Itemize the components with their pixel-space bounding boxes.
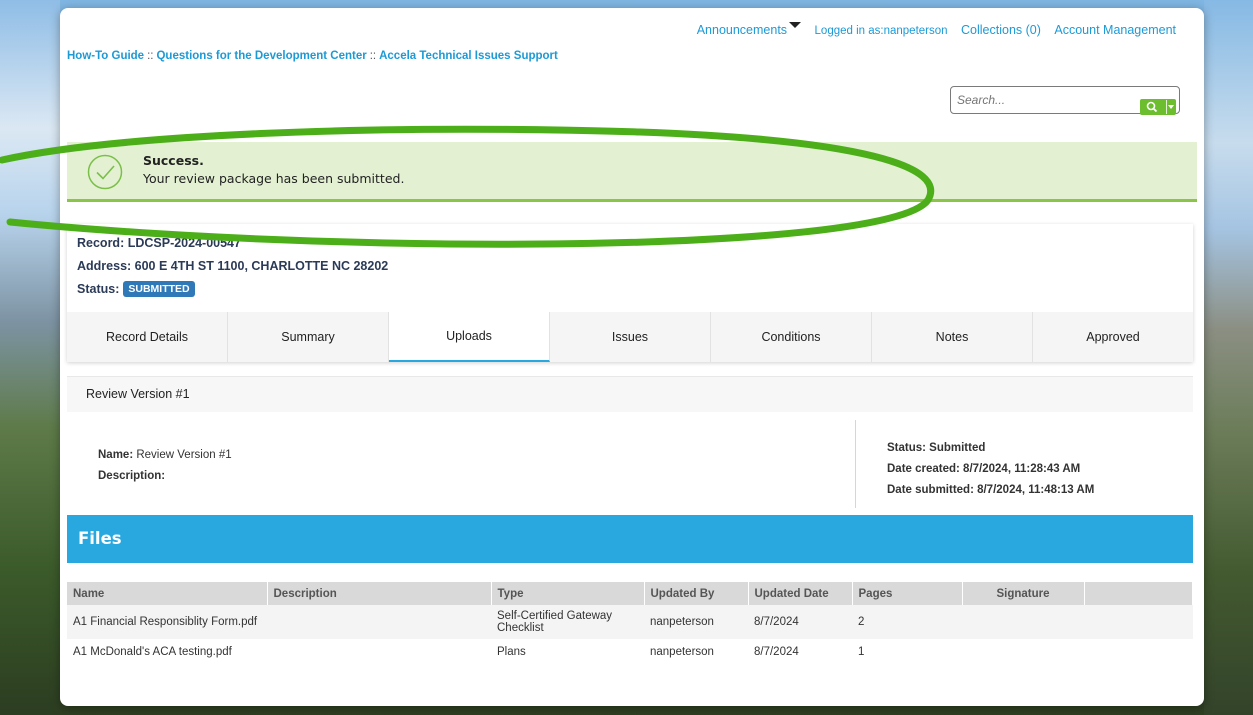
announcements-link[interactable]: Announcements [697,22,802,37]
status-badge: SUBMITTED [123,281,195,297]
main-panel: Announcements Logged in as:nanpeterson C… [60,8,1204,706]
file-pages: 2 [852,605,962,639]
record-number: Record: LDCSP-2024-00547 [77,236,241,250]
tab-conditions[interactable]: Conditions [711,312,872,362]
file-updated-date: 8/7/2024 [748,605,852,639]
column-header-updated-date[interactable]: Updated Date [748,582,853,605]
dropdown-arrow-icon[interactable] [1168,105,1174,109]
table-row[interactable]: A1 McDonald's ACA testing.pdf Plans nanp… [67,639,1193,665]
record-status: Status: SUBMITTED [77,281,195,297]
files-section-header: Files [67,515,1193,563]
files-title: Files [78,529,122,548]
file-name[interactable]: A1 McDonald's ACA testing.pdf [67,639,267,665]
review-name-description: Name: Review Version #1 Description: [98,445,232,487]
caret-down-icon[interactable] [789,22,802,28]
table-header-row: Name Description Type Updated By Updated… [67,582,1193,605]
accela-support-link[interactable]: Accela Technical Issues Support [379,50,558,62]
file-name[interactable]: A1 Financial Responsiblity Form.pdf [67,605,267,639]
record-tabs: Record Details Summary Uploads Issues Co… [67,312,1193,362]
file-pages: 1 [852,639,962,665]
review-status: Status: Submitted [887,442,986,454]
file-type: Self-Certified Gateway Checklist [491,605,644,639]
background-right [1204,0,1253,715]
column-header-type[interactable]: Type [491,582,645,605]
success-title: Success. [143,153,204,168]
record-address: Address: 600 E 4TH ST 1100, CHARLOTTE NC… [77,259,389,273]
check-circle-icon [87,154,123,190]
account-management-link[interactable]: Account Management [1054,23,1176,37]
column-header-updated-by[interactable]: Updated By [644,582,749,605]
tab-uploads[interactable]: Uploads [389,312,550,362]
column-header-blank [1084,582,1193,605]
tab-summary[interactable]: Summary [228,312,389,362]
file-description [267,605,491,639]
collections-link[interactable]: Collections (0) [961,23,1041,37]
column-header-description[interactable]: Description [267,582,492,605]
column-header-signature[interactable]: Signature [962,582,1085,605]
file-updated-by: nanpeterson [644,639,748,665]
background-left [0,0,60,715]
search-box [950,86,1180,115]
separator: :: [147,50,154,62]
file-updated-by: nanpeterson [644,605,748,639]
search-button[interactable] [1140,99,1176,115]
tab-issues[interactable]: Issues [550,312,711,362]
button-divider [1166,100,1167,114]
column-header-pages[interactable]: Pages [852,582,963,605]
tab-record-details[interactable]: Record Details [67,312,228,362]
file-signature [962,639,1084,665]
success-message: Your review package has been submitted. [143,171,405,186]
files-table: Name Description Type Updated By Updated… [67,582,1193,665]
how-to-guide-link[interactable]: How-To Guide [67,50,144,62]
review-description: Description: [98,470,166,482]
top-navigation: Announcements Logged in as:nanpeterson C… [687,22,1176,37]
logged-in-text: Logged in as:nanpeterson [814,25,948,37]
record-card: Record: LDCSP-2024-00547 Address: 600 E … [67,224,1193,362]
file-updated-date: 8/7/2024 [748,639,852,665]
file-signature [962,605,1084,639]
file-type: Plans [491,639,644,665]
review-dates: Status: Submitted Date created: 8/7/2024… [887,438,1094,501]
review-version-title: Review Version #1 [86,387,190,401]
tab-approved[interactable]: Approved [1033,312,1193,362]
file-description [267,639,491,665]
search-input[interactable] [951,87,1131,113]
review-version-details: Name: Review Version #1 Description: Sta… [67,416,1193,516]
quick-links: How-To Guide:: Questions for the Developm… [67,50,558,62]
divider [855,420,856,508]
table-row[interactable]: A1 Financial Responsiblity Form.pdf Self… [67,605,1193,639]
separator: :: [369,50,377,62]
success-banner: Success. Your review package has been su… [67,142,1197,202]
column-header-name[interactable]: Name [67,582,268,605]
review-name: Name: Review Version #1 [98,449,232,461]
review-date-submitted: Date submitted: 8/7/2024, 11:48:13 AM [887,484,1095,496]
questions-dev-center-link[interactable]: Questions for the Development Center [156,50,366,62]
review-version-header: Review Version #1 [67,376,1193,412]
search-icon [1146,101,1158,113]
tab-notes[interactable]: Notes [872,312,1033,362]
review-date-created: Date created: 8/7/2024, 11:28:43 AM [887,463,1081,475]
